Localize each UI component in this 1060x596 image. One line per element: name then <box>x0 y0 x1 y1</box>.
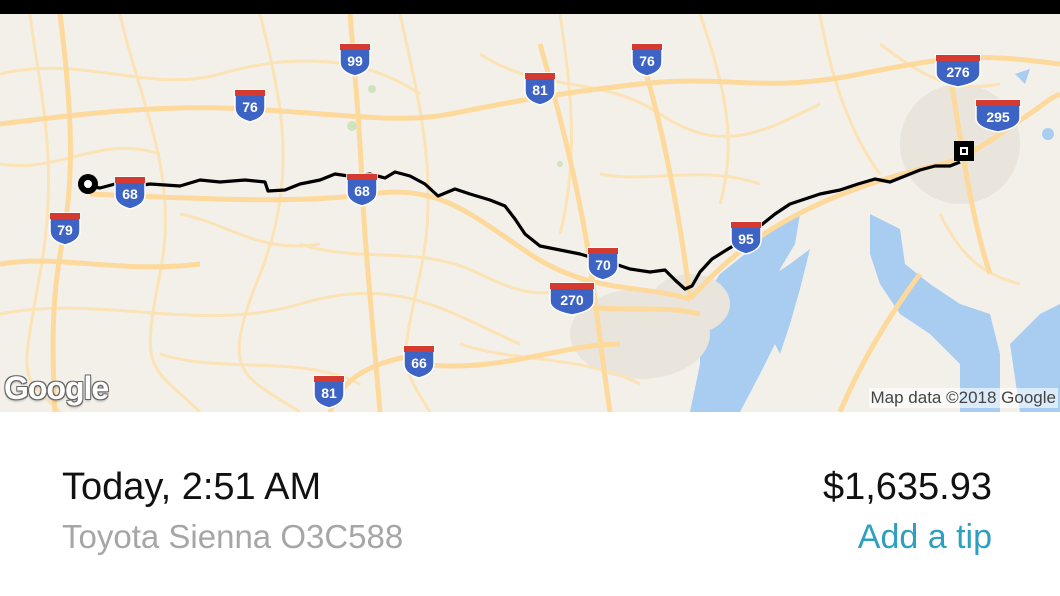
status-bar <box>0 0 1060 14</box>
svg-text:270: 270 <box>560 292 584 308</box>
svg-text:76: 76 <box>242 99 258 115</box>
svg-text:68: 68 <box>122 186 138 202</box>
svg-text:99: 99 <box>347 53 363 69</box>
google-logo: Google <box>4 370 109 406</box>
interstate-shield: 66 <box>403 345 435 379</box>
map-view[interactable]: 99 76 81 76 276 295 68 79 68 70 270 95 6… <box>0 14 1060 412</box>
trip-fare: $1,635.93 <box>822 466 992 508</box>
add-tip-link[interactable]: Add a tip <box>858 518 992 557</box>
svg-text:295: 295 <box>986 109 1010 125</box>
svg-text:70: 70 <box>595 257 611 273</box>
map-attribution[interactable]: Map data ©2018 Google <box>868 388 1058 408</box>
interstate-shield: 76 <box>631 43 663 77</box>
interstate-shield: 81 <box>313 375 345 409</box>
interstate-shield: 81 <box>524 72 556 106</box>
interstate-shield: 79 <box>49 212 81 246</box>
interstate-shield: 295 <box>975 99 1021 133</box>
interstate-shield: 68 <box>346 173 378 207</box>
svg-text:76: 76 <box>639 53 655 69</box>
interstate-shield: 76 <box>234 89 266 123</box>
svg-text:66: 66 <box>411 355 427 371</box>
svg-text:95: 95 <box>738 231 754 247</box>
interstate-shield: 99 <box>339 43 371 77</box>
interstate-shield: 95 <box>730 221 762 255</box>
interstate-shield: 68 <box>114 176 146 210</box>
shield-layer: 99 76 81 76 276 295 68 79 68 70 270 95 6… <box>49 43 1021 409</box>
interstate-shield: 276 <box>935 54 981 88</box>
trip-datetime: Today, 2:51 AM <box>62 466 322 508</box>
svg-text:276: 276 <box>946 64 970 80</box>
interstate-shield: 70 <box>587 247 619 281</box>
svg-text:68: 68 <box>354 183 370 199</box>
svg-text:79: 79 <box>57 222 73 238</box>
svg-text:81: 81 <box>321 385 337 401</box>
interstate-shield: 270 <box>549 282 595 316</box>
svg-text:81: 81 <box>532 82 548 98</box>
vehicle-info: Toyota Sienna O3C588 <box>62 518 404 555</box>
